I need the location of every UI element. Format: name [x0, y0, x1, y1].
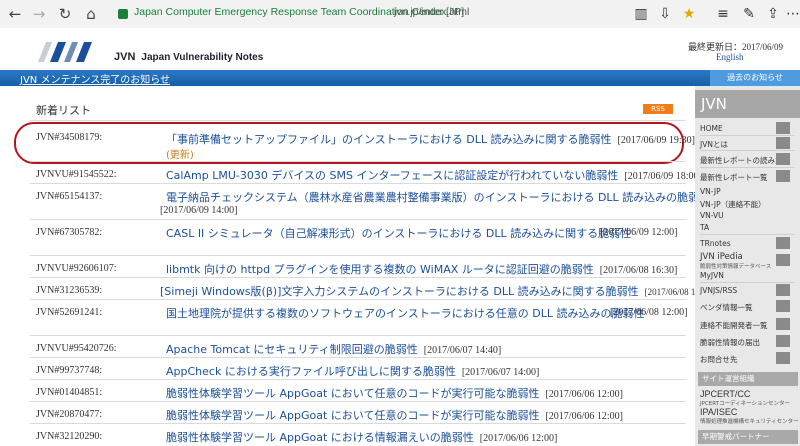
address-bar[interactable]: Japan Computer Emergency Response Team C…	[112, 3, 552, 25]
divider	[30, 379, 686, 380]
browser-toolbar: ← → ↻ ⌂ Japan Computer Emergency Respons…	[0, 0, 800, 29]
home-thumb-icon	[776, 122, 790, 134]
english-link[interactable]: English	[716, 52, 744, 62]
forward-arrow-icon[interactable]: →	[30, 5, 48, 23]
sidebar-item-vn-jp[interactable]: VN-JP	[700, 187, 795, 196]
lock-icon	[118, 9, 128, 19]
downloads-icon[interactable]: ⇩	[656, 5, 674, 23]
org-jpcert-subtitle: JPCERTコーディネーションセンター	[700, 401, 791, 407]
entry-id: JVN#67305782:	[36, 227, 103, 238]
past-notices-tab[interactable]: 過去のお知らせ	[710, 70, 800, 86]
entry-id: JVNVU#95420726:	[36, 343, 117, 354]
divider	[700, 282, 795, 283]
contact-thumb-icon	[776, 352, 790, 364]
entry-title-link[interactable]: 国土地理院が提供する複数のソフトウェアのインストーラにおける任意の DLL 読み…	[166, 305, 645, 321]
entry-id: JVN#01404851:	[36, 387, 103, 398]
entry-title-link[interactable]: CASL II シミュレータ（自己解凍形式）のインストーラにおける DLL 読み…	[166, 225, 631, 241]
entry-title-link[interactable]: AppCheck における実行ファイル呼び出しに関する脆弱性 [2017/06/0…	[166, 363, 539, 379]
entry-date: [2017/06/09 14:00]	[160, 205, 238, 216]
web-note-icon[interactable]: ✎	[740, 5, 758, 23]
sidebar-title: JVN	[695, 90, 800, 118]
ipedia-thumb-icon	[776, 254, 790, 266]
home-icon[interactable]: ⌂	[82, 5, 100, 23]
org-ipa-link[interactable]: IPA/ISEC	[700, 407, 737, 417]
favorite-star-icon[interactable]: ★	[680, 5, 698, 23]
ops-header: サイト運営組織	[698, 372, 798, 386]
entry-title-link[interactable]: [Simeji Windows版(β)]文字入力システムのインストーラにおける …	[160, 283, 714, 299]
entry-id: JVN#52691241:	[36, 307, 103, 318]
unreachable-thumb-icon	[776, 318, 790, 330]
report-list-thumb-icon	[776, 170, 790, 182]
entry-id: JVN#32120290:	[36, 431, 103, 442]
entry-title-link[interactable]: CalAmp LMU-3030 デバイスの SMS インターフェースに認証設定が…	[166, 167, 702, 183]
sidebar-item-myjvn[interactable]: MyJVN	[700, 271, 795, 280]
entry-id: JVNVU#91545522:	[36, 169, 117, 180]
divider	[30, 219, 686, 220]
org-jpcert-link[interactable]: JPCERT/CC	[700, 389, 750, 399]
trnotes-thumb-icon	[776, 237, 790, 249]
entry-id: JVN#99737748:	[36, 365, 103, 376]
partner-header: 早期警戒パートナー	[698, 430, 798, 444]
rss-thumb-icon	[776, 284, 790, 296]
refresh-icon[interactable]: ↻	[56, 5, 74, 23]
vendor-thumb-icon	[776, 300, 790, 312]
rss-icon[interactable]: RSS	[643, 104, 673, 114]
reading-view-icon[interactable]: ▥	[632, 5, 650, 23]
logo-text: JVN Japan Vulnerability Notes	[114, 51, 264, 63]
divider	[30, 357, 686, 358]
entry-id: JVNVU#92606107:	[36, 263, 117, 274]
url-text: jvn.jp/index.html	[394, 6, 470, 18]
org-ipa-subtitle: 情報処理推進機構セキュリティセンター	[700, 419, 799, 425]
entry-id: JVN#65154137:	[36, 191, 103, 202]
entry-id: JVN#20870477:	[36, 409, 103, 420]
section-title: 新着リスト	[36, 104, 91, 117]
site-header	[0, 28, 800, 70]
entry-date: [2017/06/08 12:00]	[610, 307, 688, 318]
maintenance-notice-link[interactable]: JVN メンテナンス完了のお知らせ	[20, 71, 170, 86]
entry-id: JVN#34508179:	[36, 132, 103, 143]
ipedia-subtitle: 脆弱性対策情報データベース	[700, 264, 772, 270]
entry-title-link[interactable]: 脆弱性体験学習ツール AppGoat において任意のコードが実行可能な脆弱性 [2…	[166, 385, 623, 401]
entry-title-link[interactable]: Apache Tomcat にセキュリティ制限回避の脆弱性 [2017/06/07…	[166, 341, 501, 357]
more-icon[interactable]: ⋯	[784, 5, 800, 23]
share-icon[interactable]: ⇪	[764, 5, 782, 23]
about-thumb-icon	[776, 137, 790, 149]
divider	[700, 167, 795, 168]
divider	[700, 135, 795, 136]
divider	[30, 277, 686, 278]
entry-title-link[interactable]: libmtk 向けの httpd プラグインを使用する複数の WiMAX ルータ…	[166, 261, 677, 277]
back-arrow-icon[interactable]: ←	[6, 5, 24, 23]
divider	[30, 161, 686, 162]
entry-title-link[interactable]: 「事前準備セットアップファイル」のインストーラにおける DLL 読み込みに関する…	[166, 131, 695, 147]
entry-date: [2017/06/09 12:00]	[600, 227, 678, 238]
hub-icon[interactable]: ≡	[714, 5, 732, 23]
entry-title-link[interactable]: 脆弱性体験学習ツール AppGoat における情報漏えいの脆弱性 [2017/06…	[166, 429, 557, 445]
entry-title-link[interactable]: 電子納品チェックシステム（農林水産省農業農村整備事業版）のインストーラにおける …	[166, 189, 710, 205]
sidebar-item-vn-vu[interactable]: VN-VU	[700, 211, 795, 220]
report-guide-thumb-icon	[776, 153, 790, 165]
divider	[700, 150, 795, 151]
divider	[30, 120, 686, 121]
divider	[700, 234, 795, 235]
sidebar-item-vn-jp-unreachable[interactable]: VN-JP（連絡不能）	[700, 199, 795, 210]
divider	[30, 401, 686, 402]
entry-id: JVN#31236539:	[36, 285, 103, 296]
divider	[30, 183, 686, 184]
sidebar-item-ta[interactable]: TA	[700, 223, 795, 232]
updated-tag: (更新)	[166, 150, 194, 161]
divider	[30, 255, 686, 256]
jvn-logo-icon[interactable]	[36, 40, 96, 64]
divider	[30, 423, 686, 424]
entry-title-link[interactable]: 脆弱性体験学習ツール AppGoat において任意のコードが実行可能な脆弱性 [2…	[166, 407, 623, 423]
divider	[30, 299, 686, 300]
divider	[30, 335, 686, 336]
report-vuln-thumb-icon	[776, 335, 790, 347]
